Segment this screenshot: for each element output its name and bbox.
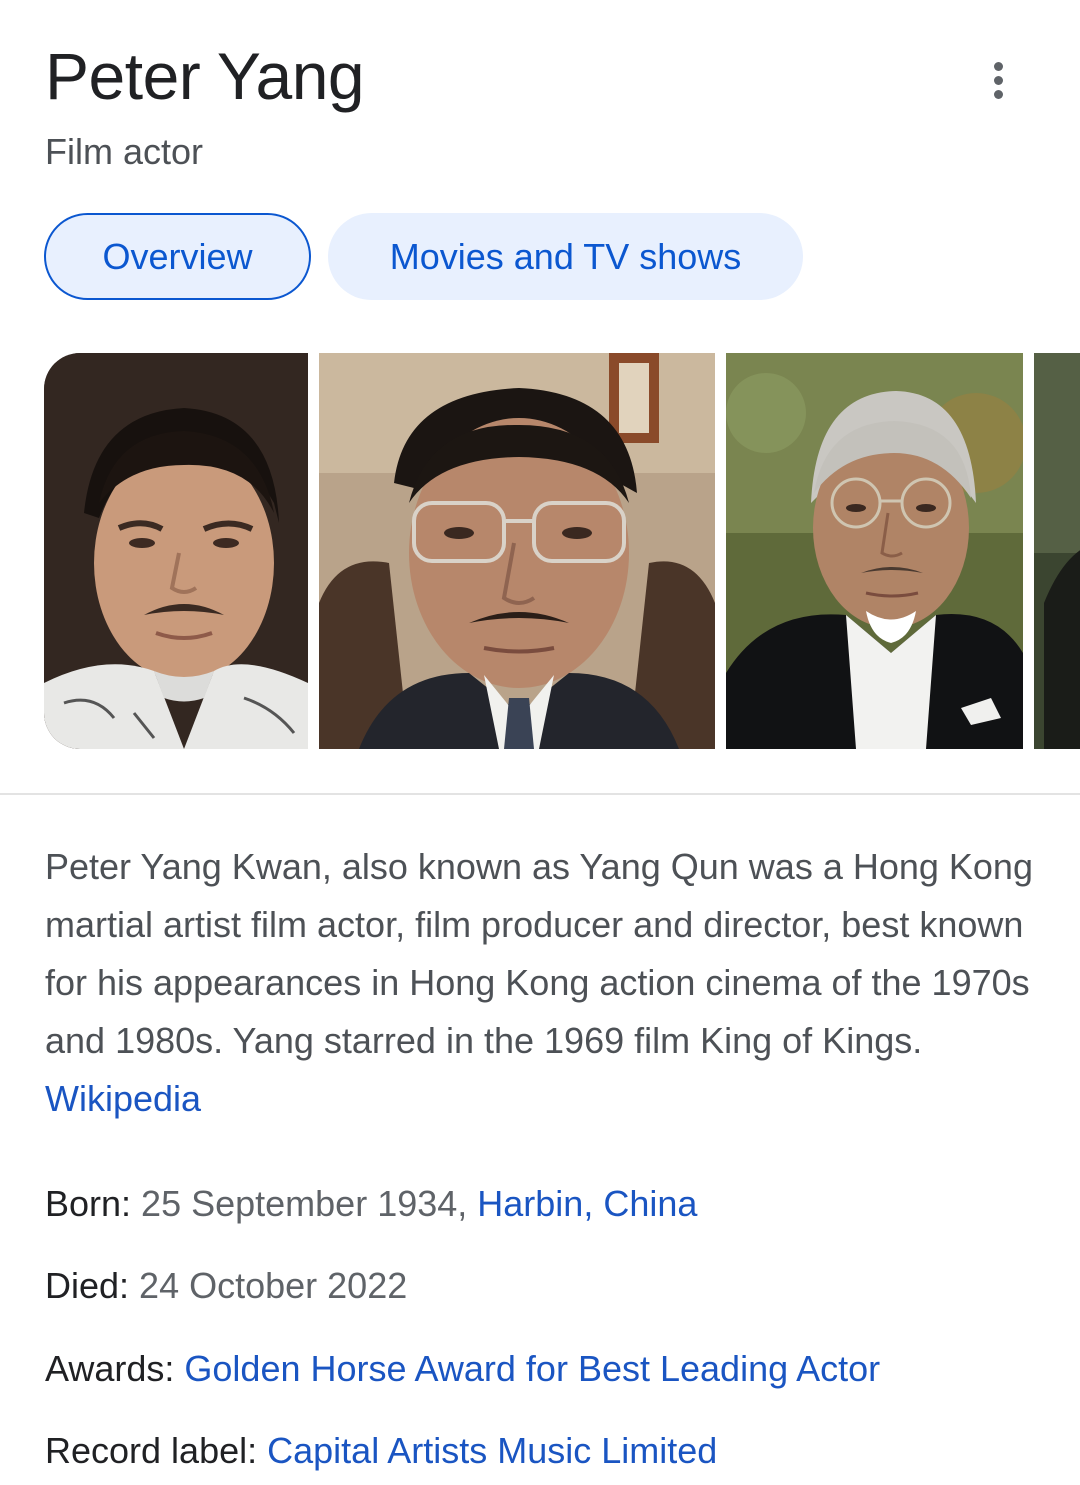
- fact-label: Born:: [45, 1183, 142, 1224]
- photo-1[interactable]: [44, 353, 308, 749]
- tab-movies-and-tv-shows[interactable]: Movies and TV shows: [328, 213, 803, 300]
- portrait-image: [319, 353, 715, 749]
- photo-2[interactable]: [319, 353, 715, 749]
- portrait-image: [44, 353, 308, 749]
- fact-record-label: Record label: Capital Artists Music Limi…: [45, 1427, 717, 1475]
- page-subtitle: Film actor: [45, 131, 204, 172]
- fact-awards: Awards: Golden Horse Award for Best Lead…: [45, 1345, 880, 1393]
- birthplace-link[interactable]: Harbin, China: [477, 1183, 697, 1224]
- fact-died: Died: 24 October 2022: [45, 1262, 407, 1310]
- photo-4[interactable]: [1034, 353, 1080, 749]
- description: Peter Yang Kwan, also known as Yang Qun …: [45, 838, 1035, 1128]
- fact-label: Died:: [45, 1265, 140, 1306]
- fact-value: 24 October 2022: [139, 1265, 408, 1306]
- fact-value: 25 September 1934,: [141, 1183, 478, 1224]
- portrait-image: [1034, 353, 1080, 749]
- photo-3[interactable]: [726, 353, 1023, 749]
- record-label-link[interactable]: Capital Artists Music Limited: [267, 1430, 717, 1471]
- description-text: Peter Yang Kwan, also known as Yang Qun …: [45, 846, 1033, 1061]
- more-vert-icon: [993, 61, 1003, 71]
- section-divider: [0, 793, 1080, 795]
- award-link[interactable]: Golden Horse Award for Best Leading Acto…: [184, 1348, 880, 1389]
- fact-label: Awards:: [45, 1348, 185, 1389]
- fact-born: Born: 25 September 1934, Harbin, China: [45, 1180, 697, 1228]
- portrait-image: [726, 353, 1023, 749]
- tab-overview[interactable]: Overview: [44, 213, 311, 300]
- fact-label: Record label:: [45, 1430, 268, 1471]
- page-title: Peter Yang: [45, 39, 365, 113]
- wikipedia-link[interactable]: Wikipedia: [45, 1078, 201, 1119]
- more-options-button[interactable]: [974, 56, 1022, 104]
